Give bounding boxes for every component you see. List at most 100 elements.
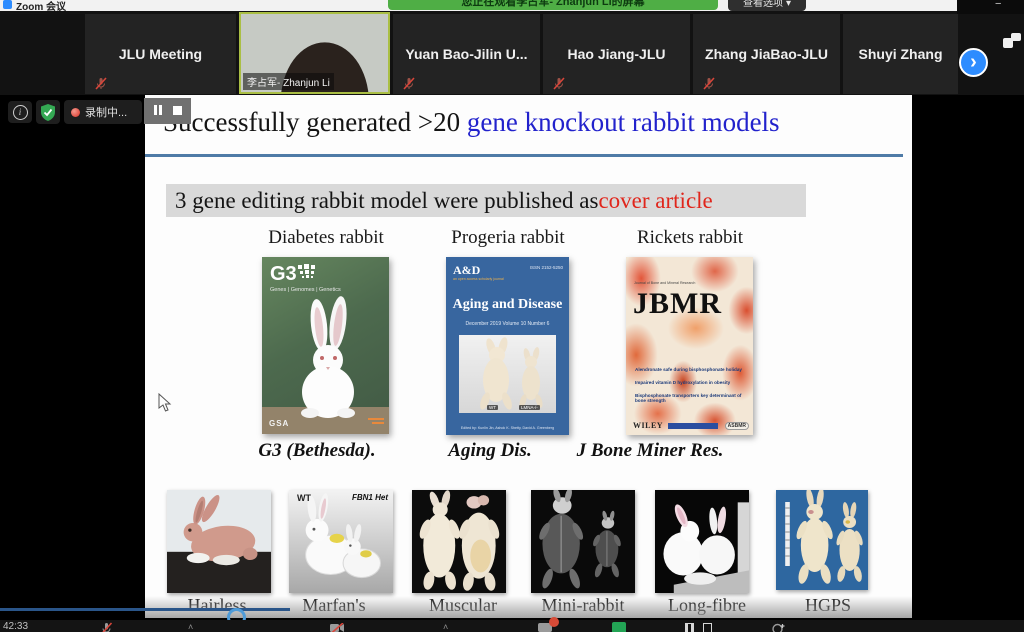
zoom-app-icon — [3, 0, 12, 9]
participant-tile[interactable]: Zhang JiaBao-JLU — [693, 14, 840, 94]
ad-issn: ISSN 2152-5250 — [530, 265, 563, 270]
jbmr-logo: JBMR — [633, 287, 722, 321]
mic-options-caret-icon[interactable]: ˄ — [188, 622, 193, 632]
marfans-wt-tag: WT — [297, 493, 311, 503]
gallery-view-icon[interactable] — [1003, 33, 1021, 49]
jbmr-headline: Bisphosphonate transporters key determin… — [635, 393, 745, 403]
hairless-rabbit-photo — [167, 490, 271, 593]
participant-tile[interactable]: Yuan Bao-Jilin U... — [393, 14, 540, 94]
ad-brand: A&D — [453, 263, 480, 278]
participant-name: Yuan Bao-Jilin U... — [405, 46, 527, 62]
participant-tile[interactable]: Shuyi Zhang — [843, 14, 958, 94]
subtitle-red: cover article — [598, 188, 712, 214]
recording-controls — [144, 98, 191, 124]
model-photo-long-fibre — [655, 490, 749, 593]
g3-footer-accent — [368, 418, 384, 420]
slide-bottom-shade — [145, 596, 912, 618]
participant-name: Shuyi Zhang — [859, 46, 943, 62]
pause-recording-button[interactable] — [154, 102, 164, 120]
ad-open-access: an open access scholarly journal — [453, 277, 504, 281]
slide-title-black: Successfully generated >20 — [163, 107, 467, 137]
journal-cover-g3: G3 Genes | Genomes | Genetics — [262, 257, 389, 434]
record-dot-icon — [71, 108, 80, 117]
participant-strip: JLU Meeting 李占军- Zhanjun Li Yuan Bao-Jil… — [0, 11, 1024, 95]
stop-recording-button[interactable] — [173, 102, 182, 120]
cover-label: Progeria rabbit — [418, 227, 598, 249]
gsa-logo: GSA — [269, 419, 289, 428]
ad-rabbit-photo: WT LMNA-/- — [459, 335, 556, 413]
shared-slide: Successfully generated >20 gene knockout… — [145, 95, 912, 618]
muted-mic-icon — [403, 77, 415, 90]
slide-title: Successfully generated >20 gene knockout… — [163, 107, 780, 138]
app-title: Zoom 会议 — [16, 0, 66, 13]
slide-title-blue: gene knockout rabbit models — [467, 107, 780, 137]
minimize-button[interactable]: − — [995, 0, 1001, 10]
participant-tile[interactable]: Hao Jiang-JLU — [543, 14, 690, 94]
cover-label: Rickets rabbit — [600, 227, 780, 249]
ad-rabbits-illustration — [459, 335, 556, 413]
recording-label: 录制中... — [85, 104, 127, 120]
cover-label: Diabetes rabbit — [236, 227, 416, 249]
participant-name: 李占军- Zhanjun Li — [243, 73, 334, 90]
jbmr-headline: Alendronate safe during bisphosphonate h… — [635, 367, 745, 372]
jbmr-footer-band — [668, 423, 718, 429]
view-options-button[interactable]: 查看选项 ▾ — [728, 0, 806, 11]
marfans-fbn1-tag: FBN1 Het — [352, 493, 388, 502]
mouse-cursor — [158, 393, 172, 413]
muscular-rabbits-photo — [412, 490, 506, 593]
ad-ko-tag: LMNA-/- — [519, 405, 540, 410]
video-options-caret-icon[interactable]: ˄ — [443, 622, 448, 632]
participant-name: Zhang JiaBao-JLU — [705, 46, 828, 62]
video-button-icon[interactable] — [330, 623, 345, 632]
view-options-label: 查看选项 — [743, 0, 783, 9]
mini-rabbit-xray-photo — [531, 490, 635, 593]
g3-rabbit-photo — [262, 257, 389, 434]
toolbar-stop-icon[interactable] — [703, 623, 712, 632]
ad-editors: Edited by: Kunlin Jin, Ashok K. Shetty, … — [446, 426, 569, 430]
meeting-toolbar: 42:33 ˄ ˄ — [0, 620, 1024, 632]
jbmr-headline: Impaired vitamin D hydroxylation in obes… — [635, 380, 745, 385]
long-fibre-rabbits-photo — [655, 490, 749, 593]
caret-down-icon: ▾ — [786, 0, 791, 9]
model-photo-hgps — [776, 490, 868, 590]
title-underline — [145, 154, 903, 157]
toolbar-pause-icon[interactable] — [685, 623, 694, 632]
info-icon: i — [13, 105, 28, 120]
muted-mic-icon — [95, 77, 107, 90]
asbmr-logo: ASBMR — [725, 422, 749, 430]
hgps-rabbits-photo — [776, 490, 868, 590]
meeting-timer: 42:33 — [3, 621, 28, 632]
model-photo-mini-rabbit — [531, 490, 635, 593]
participant-video-tile[interactable]: 李占军- Zhanjun Li — [239, 12, 390, 94]
screen-share-banner: 您正在观看李占军- Zhanjun Li的屏幕 — [388, 0, 718, 10]
mute-button-icon[interactable] — [100, 622, 113, 632]
g3-footer-accent — [372, 422, 384, 424]
chat-notification-badge — [549, 617, 559, 627]
zoom-meeting-window: Zoom 会议 您正在观看李占军- Zhanjun Li的屏幕 查看选项 ▾ −… — [0, 0, 1024, 632]
cover-caption: G3 (Bethesda). — [217, 440, 417, 462]
next-participants-button[interactable]: › — [959, 48, 988, 77]
muted-mic-icon — [553, 77, 565, 90]
window-controls: − — [957, 0, 1024, 14]
cover-caption: J Bone Miner Res. — [550, 440, 750, 462]
recording-indicator: 录制中... — [64, 100, 142, 124]
ad-issue: December 2019 Volume 10 Number 6 — [446, 321, 569, 327]
share-screen-button-icon[interactable] — [612, 622, 626, 632]
jbmr-masthead: Journal of Bone and Mineral Research — [634, 281, 695, 285]
wiley-logo: WILEY — [633, 421, 663, 430]
reactions-button-icon[interactable] — [772, 623, 785, 632]
marfans-rabbits-photo — [289, 490, 393, 593]
meeting-info-button[interactable]: i — [8, 101, 32, 123]
subtitle-black: 3 gene editing rabbit model were publish… — [175, 188, 598, 214]
journal-cover-jbmr: Journal of Bone and Mineral Research JBM… — [626, 257, 753, 435]
slide-subtitle: 3 gene editing rabbit model were publish… — [166, 184, 806, 217]
security-button[interactable] — [36, 100, 60, 124]
participant-tile[interactable]: JLU Meeting — [85, 14, 236, 94]
participant-name: Hao Jiang-JLU — [567, 46, 665, 62]
participant-name: JLU Meeting — [119, 46, 202, 62]
chevron-right-icon: › — [970, 52, 977, 72]
shield-check-icon — [40, 104, 56, 121]
muted-mic-icon — [703, 77, 715, 90]
journal-cover-aging-disease: A&D an open access scholarly journal ISS… — [446, 257, 569, 435]
model-photo-muscular — [412, 490, 506, 593]
